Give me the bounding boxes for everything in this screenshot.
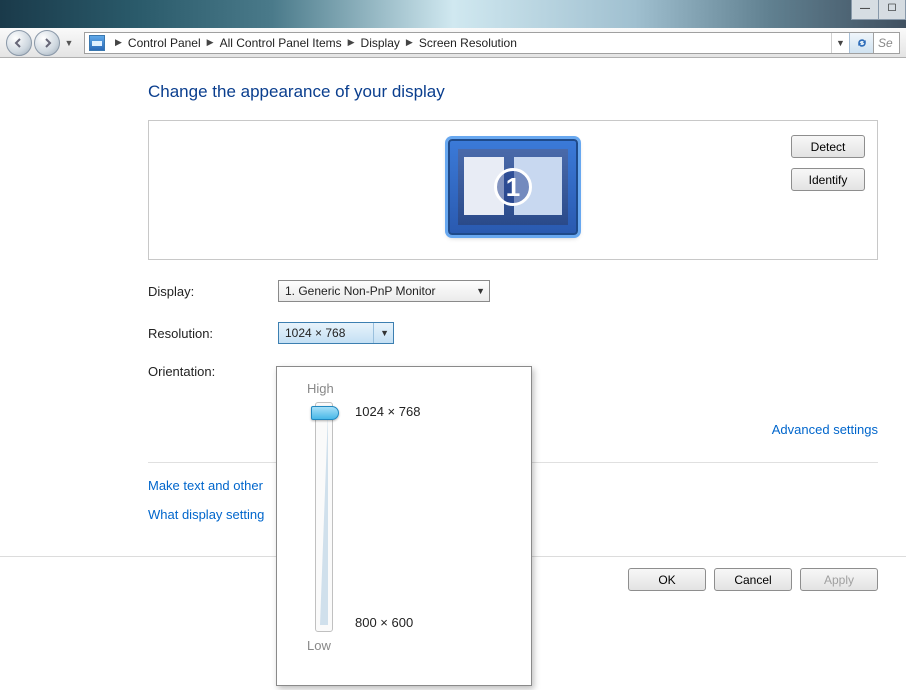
breadcrumb-separator-icon[interactable]: ▶ [203, 37, 218, 48]
breadcrumb-separator-icon[interactable]: ▶ [344, 37, 359, 48]
maximize-button[interactable]: ☐ [878, 0, 906, 20]
cancel-button[interactable]: Cancel [714, 568, 792, 591]
breadcrumb-item[interactable]: All Control Panel Items [218, 33, 344, 53]
navigation-bar: ▼ ▶ Control Panel ▶ All Control Panel It… [0, 28, 906, 58]
slider-value-low: 800 × 600 [355, 615, 413, 630]
slider-value-high: 1024 × 768 [355, 404, 420, 419]
forward-button[interactable] [34, 30, 60, 56]
breadcrumb-separator-icon[interactable]: ▶ [402, 37, 417, 48]
history-dropdown-icon[interactable]: ▼ [62, 34, 76, 52]
ok-button[interactable]: OK [628, 568, 706, 591]
chevron-down-icon: ▼ [468, 286, 485, 296]
minimize-button[interactable]: — [851, 0, 879, 20]
monitor-thumbnail[interactable]: 1 [448, 139, 578, 235]
breadcrumb-item[interactable]: Control Panel [126, 33, 203, 53]
what-settings-link[interactable]: What display setting [148, 507, 264, 522]
control-panel-icon [89, 35, 105, 51]
slider-track [315, 402, 333, 632]
identify-button[interactable]: Identify [791, 168, 865, 191]
monitor-number-badge: 1 [494, 168, 532, 206]
chevron-down-icon: ▼ [373, 323, 389, 343]
slider-high-label: High [307, 381, 515, 396]
page-title: Change the appearance of your display [148, 82, 878, 102]
apply-button[interactable]: Apply [800, 568, 878, 591]
refresh-button[interactable] [849, 33, 873, 53]
breadcrumb-item[interactable]: Screen Resolution [417, 33, 519, 53]
main-content: Change the appearance of your display 1 … [0, 58, 906, 379]
resolution-label: Resolution: [148, 326, 278, 341]
display-value: 1. Generic Non-PnP Monitor [285, 284, 436, 298]
resolution-popup: High 1024 × 768 800 × 600 Low [276, 366, 532, 686]
search-input[interactable]: Se [874, 32, 900, 54]
breadcrumb-separator-icon[interactable]: ▶ [111, 37, 126, 48]
window-titlebar: — ☐ [0, 0, 906, 28]
orientation-label: Orientation: [148, 364, 278, 379]
address-dropdown-icon[interactable]: ▼ [831, 33, 849, 53]
advanced-settings-link[interactable]: Advanced settings [772, 422, 878, 437]
text-size-link[interactable]: Make text and other [148, 478, 264, 493]
resolution-combobox[interactable]: 1024 × 768 ▼ [278, 322, 394, 344]
display-combobox[interactable]: 1. Generic Non-PnP Monitor ▼ [278, 280, 490, 302]
slider-low-label: Low [307, 638, 515, 653]
resolution-slider[interactable]: 1024 × 768 800 × 600 [311, 402, 515, 632]
display-label: Display: [148, 284, 278, 299]
dialog-footer: OK Cancel Apply [628, 568, 878, 591]
slider-thumb[interactable] [311, 406, 339, 420]
back-button[interactable] [6, 30, 32, 56]
detect-button[interactable]: Detect [791, 135, 865, 158]
resolution-value: 1024 × 768 [285, 326, 345, 340]
window-controls: — ☐ [852, 0, 906, 20]
breadcrumb-item[interactable]: Display [359, 33, 402, 53]
display-preview: 1 Detect Identify [148, 120, 878, 260]
address-bar[interactable]: ▶ Control Panel ▶ All Control Panel Item… [84, 32, 874, 54]
